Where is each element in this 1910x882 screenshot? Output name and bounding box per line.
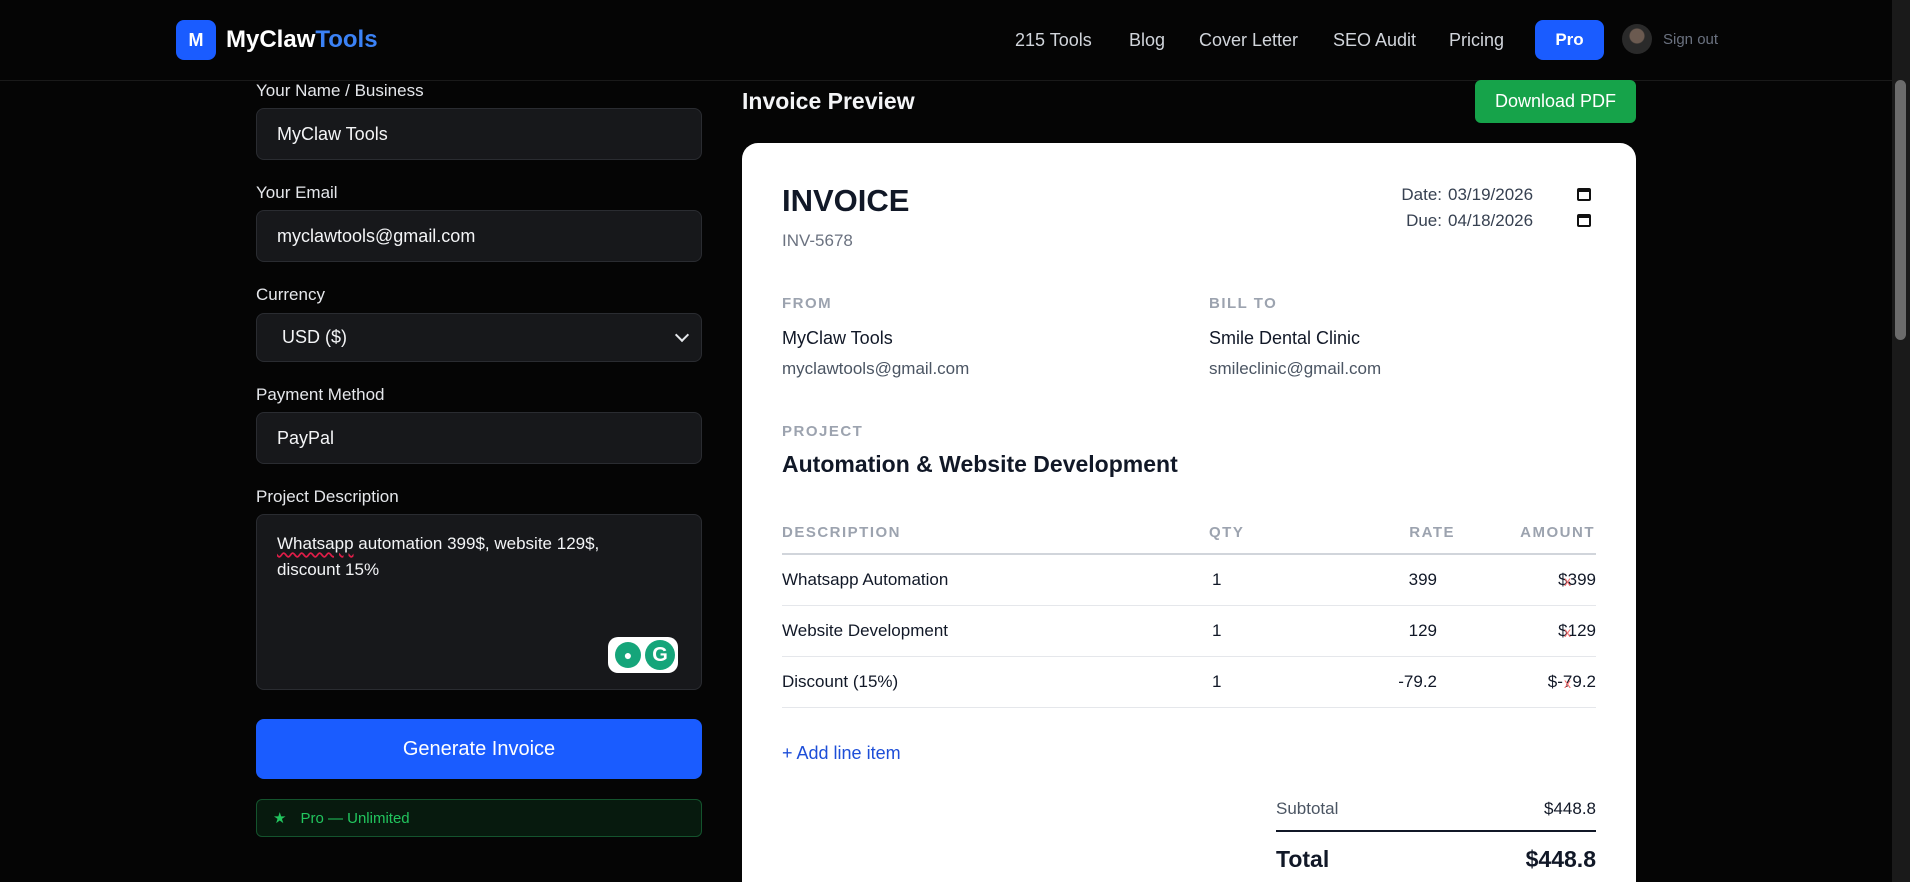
currency-label: Currency [256,285,325,304]
item-rate[interactable]: 399 [1409,570,1437,590]
name-field[interactable]: MyClaw Tools [256,108,702,160]
email-label: Your Email [256,183,338,202]
item-qty[interactable]: 1 [1212,621,1221,641]
currency-value: USD ($) [282,327,348,347]
item-qty[interactable]: 1 [1212,672,1221,692]
billto-name[interactable]: Smile Dental Clinic [1209,328,1360,349]
invoice-paper: INVOICE INV-5678 Date: 03/19/2026 Due: 0… [742,143,1636,882]
logo-icon[interactable]: M [176,20,216,60]
download-pdf-button[interactable]: Download PDF [1475,80,1636,123]
nav-link-tools[interactable]: 215 Tools [1015,30,1092,51]
table-header-divider [782,553,1596,555]
billto-email[interactable]: smileclinic@gmail.com [1209,359,1381,379]
brand-name[interactable]: MyClawTools [226,26,378,54]
item-description[interactable]: Website Development [782,621,948,641]
add-line-item-button[interactable]: + Add line item [782,743,901,764]
project-label: Project Description [256,487,399,506]
avatar[interactable] [1622,24,1652,54]
invoice-title: INVOICE [782,183,910,218]
scrollbar-thumb[interactable] [1895,80,1906,340]
billto-label: BILL TO [1209,295,1278,312]
pro-button[interactable]: Pro [1535,20,1604,60]
currency-select[interactable]: USD ($) [256,313,702,362]
col-amount: AMOUNT [1520,524,1595,541]
invoice-number[interactable]: INV-5678 [782,231,853,251]
nav-link-cover-letter[interactable]: Cover Letter [1199,30,1298,51]
star-icon: ★ [273,810,287,827]
total-label: Total [1276,846,1330,872]
grammarly-icon[interactable]: G [645,640,675,670]
date-input[interactable]: 03/19/2026 [1448,185,1533,205]
app-root: M MyClawTools 215 Tools Blog Cover Lette… [0,0,1910,882]
nav-link-seo-audit[interactable]: SEO Audit [1333,30,1416,51]
spellcheck-word: Whatsapp [277,534,354,553]
name-label: Your Name / Business [256,81,424,100]
pro-status-badge: ★ Pro — Unlimited [256,799,702,837]
project-text-rest: automation 399$, website 129$, [353,534,600,553]
remove-item-icon[interactable]: x [1564,624,1571,640]
calendar-icon[interactable] [1577,188,1591,201]
chevron-down-icon [674,327,690,343]
top-navbar: M MyClawTools 215 Tools Blog Cover Lette… [0,0,1892,81]
nav-link-pricing[interactable]: Pricing [1449,30,1504,51]
payment-field[interactable]: PayPal [256,412,702,464]
payment-label: Payment Method [256,385,385,404]
total-value: $448.8 [1525,846,1596,872]
brand-name-accent: Tools [315,26,378,53]
row-divider [782,656,1596,657]
item-rate[interactable]: 129 [1409,621,1437,641]
project-text-line-2: discount 15% [277,560,380,579]
due-label: Due: [1406,211,1442,230]
remove-item-icon[interactable]: x [1564,675,1571,691]
project-text-line-1: Whatsapp automation 399$, website 129$, [277,531,681,557]
due-date-input[interactable]: 04/18/2026 [1448,211,1533,231]
item-description[interactable]: Discount (15%) [782,672,898,692]
signout-link[interactable]: Sign out [1663,31,1718,48]
preview-title: Invoice Preview [742,88,915,114]
calendar-icon[interactable] [1577,214,1591,227]
brand-name-main: MyClaw [226,26,316,53]
from-email[interactable]: myclawtools@gmail.com [782,359,969,379]
col-rate: RATE [1409,524,1455,541]
col-description: DESCRIPTION [782,524,902,541]
from-name[interactable]: MyClaw Tools [782,328,893,349]
remove-item-icon[interactable]: x [1564,573,1571,589]
from-label: FROM [782,295,833,312]
pro-status-text: Pro — Unlimited [300,809,410,827]
nav-link-blog[interactable]: Blog [1129,30,1165,51]
email-field[interactable]: myclawtools@gmail.com [256,210,702,262]
lightbulb-icon[interactable]: ● [615,642,641,668]
total-divider [1276,830,1596,832]
generate-invoice-button[interactable]: Generate Invoice [256,719,702,779]
date-label: Date: [1401,185,1442,204]
grammarly-widget[interactable]: ● G [608,637,678,673]
project-section-label: PROJECT [782,423,864,440]
item-qty[interactable]: 1 [1212,570,1221,590]
item-amount: $-79.2 [1547,672,1596,691]
row-divider [782,605,1596,606]
subtotal-value: $448.8 [1544,799,1596,818]
subtotal-label: Subtotal [1276,799,1339,818]
item-rate[interactable]: -79.2 [1398,672,1437,692]
row-divider [782,707,1596,708]
col-qty: QTY [1209,524,1245,541]
project-name[interactable]: Automation & Website Development [782,451,1178,478]
item-description[interactable]: Whatsapp Automation [782,570,948,590]
